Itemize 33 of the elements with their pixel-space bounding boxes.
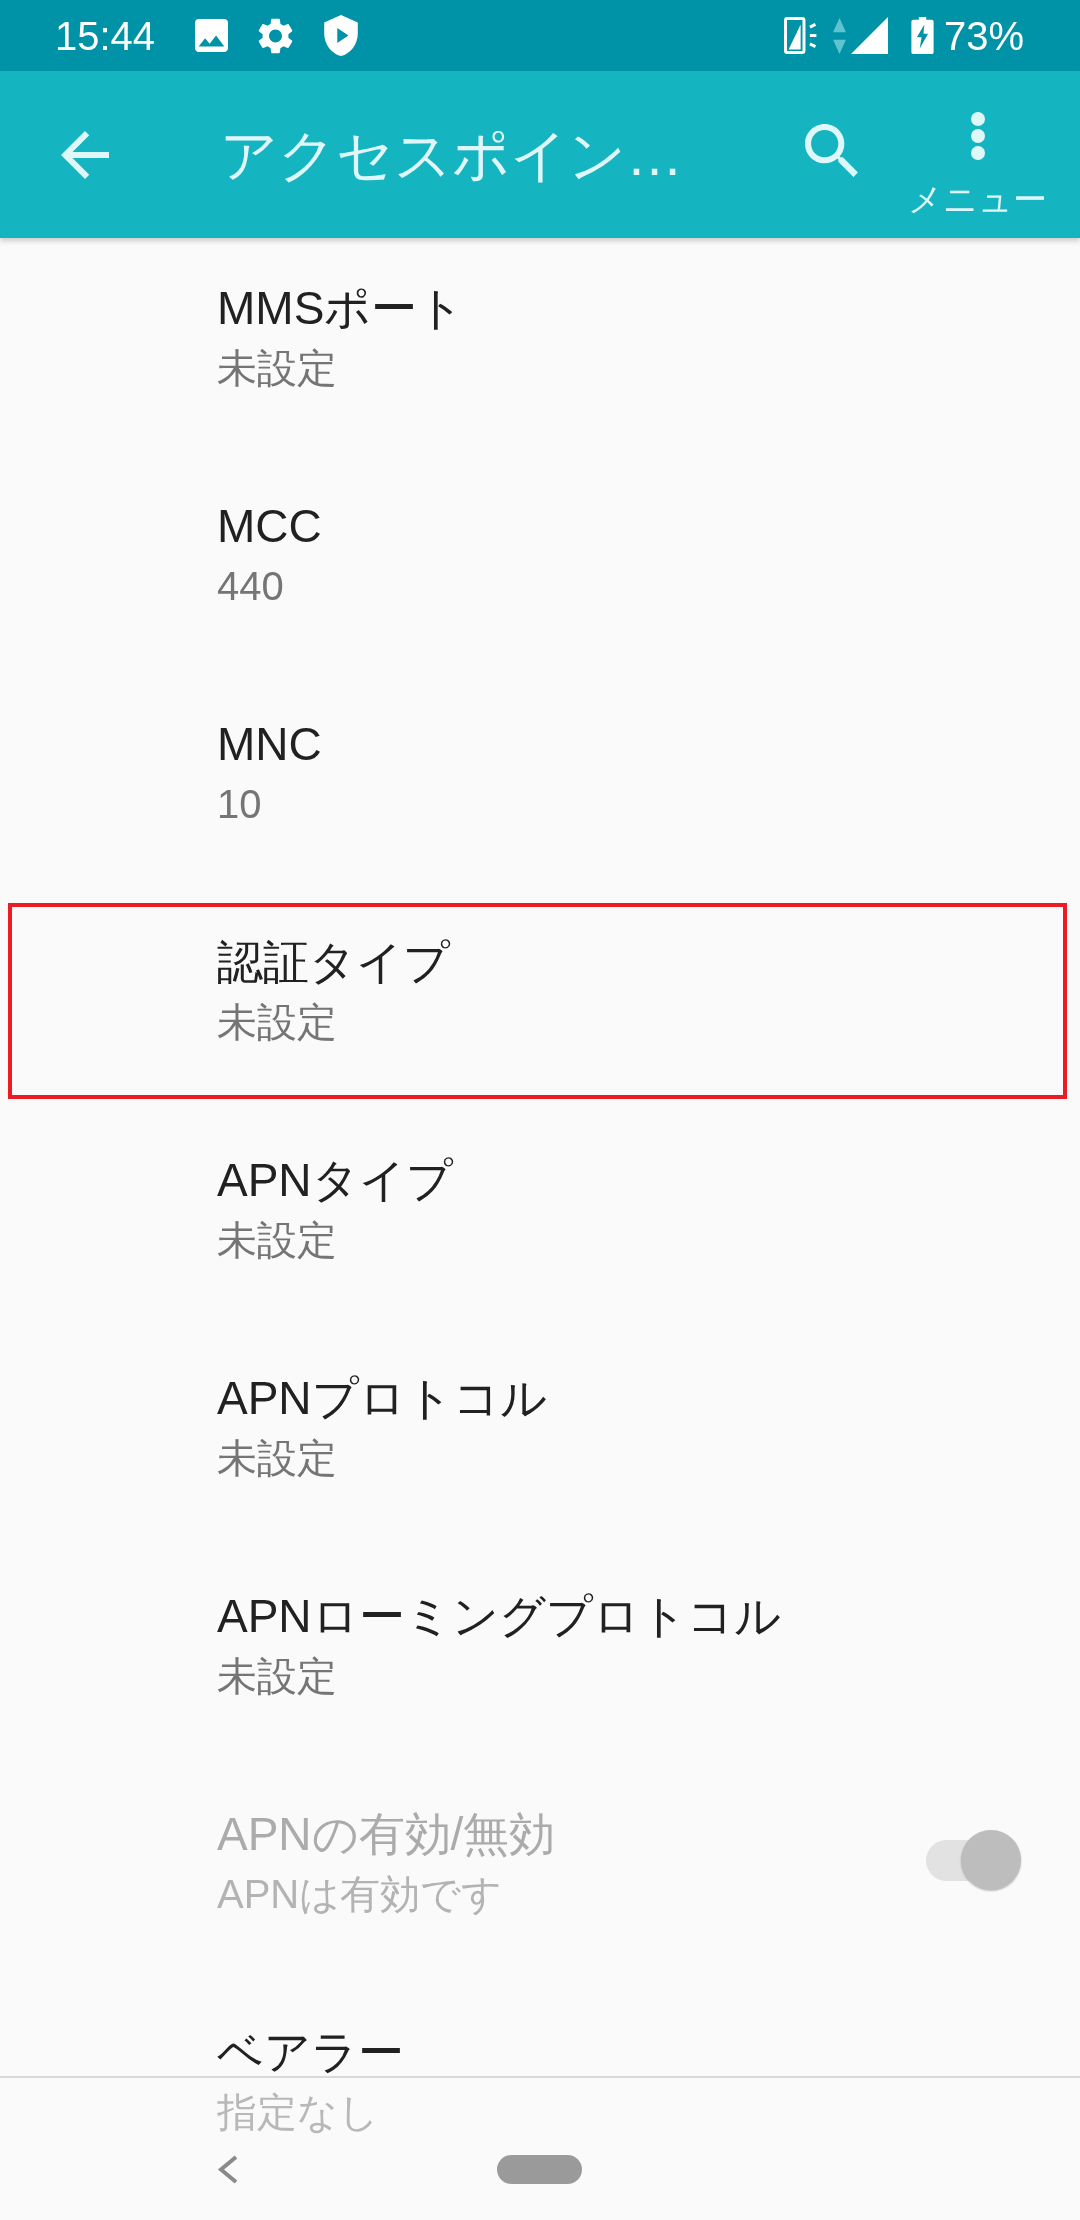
battery-level: 73% xyxy=(943,13,1024,58)
item-summary: 440 xyxy=(217,566,284,606)
item-title: 認証タイプ xyxy=(217,935,450,990)
item-summary: 未設定 xyxy=(217,1438,337,1478)
screen-title: アクセスポイン… xyxy=(220,121,684,189)
item-title: MNC xyxy=(217,717,322,772)
item-summary: 未設定 xyxy=(217,1002,337,1042)
item-title: APNローミングプロトコル xyxy=(217,1589,781,1644)
item-title: APNの有効/無効 xyxy=(217,1807,556,1862)
back-icon[interactable] xyxy=(217,2154,238,2184)
item-summary: 未設定 xyxy=(217,1220,337,1260)
home-button[interactable] xyxy=(497,2154,582,2184)
item-summary: 指定なし xyxy=(217,2092,379,2132)
signal-icon xyxy=(850,17,888,54)
data-arrows-icon xyxy=(832,17,846,54)
battery-charging-icon xyxy=(910,17,934,54)
item-title: APNタイプ xyxy=(217,1153,453,1208)
item-title: MCC xyxy=(217,499,322,554)
more-icon xyxy=(970,112,985,160)
item-summary: 未設定 xyxy=(217,1656,337,1696)
back-icon[interactable] xyxy=(61,130,109,179)
item-summary: 未設定 xyxy=(217,348,337,388)
menu-button[interactable]: メニュー xyxy=(908,112,1047,217)
item-summary: APNは有効です xyxy=(217,1874,503,1914)
shield-icon xyxy=(324,15,359,56)
search-icon[interactable] xyxy=(805,124,858,177)
settings-icon xyxy=(258,17,294,54)
item-title: ベアラー xyxy=(217,2025,404,2080)
item-summary: 10 xyxy=(217,784,262,824)
status-time: 15:44 xyxy=(55,13,156,58)
item-title: APNプロトコル xyxy=(217,1371,547,1426)
item-title: MMSポート xyxy=(217,281,465,336)
image-icon xyxy=(195,19,229,52)
